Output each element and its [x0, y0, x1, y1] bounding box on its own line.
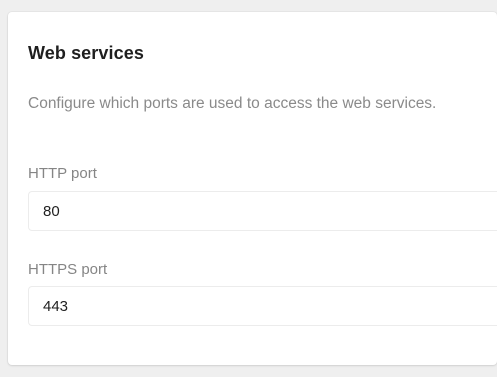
- web-services-card: Web services Configure which ports are u…: [8, 12, 497, 365]
- http-port-input[interactable]: [28, 191, 497, 231]
- http-port-label: HTTP port: [28, 165, 97, 182]
- section-title: Web services: [28, 43, 144, 63]
- https-port-input[interactable]: [28, 286, 497, 326]
- section-description: Configure which ports are used to access…: [28, 95, 437, 112]
- https-port-label: HTTPS port: [28, 261, 108, 278]
